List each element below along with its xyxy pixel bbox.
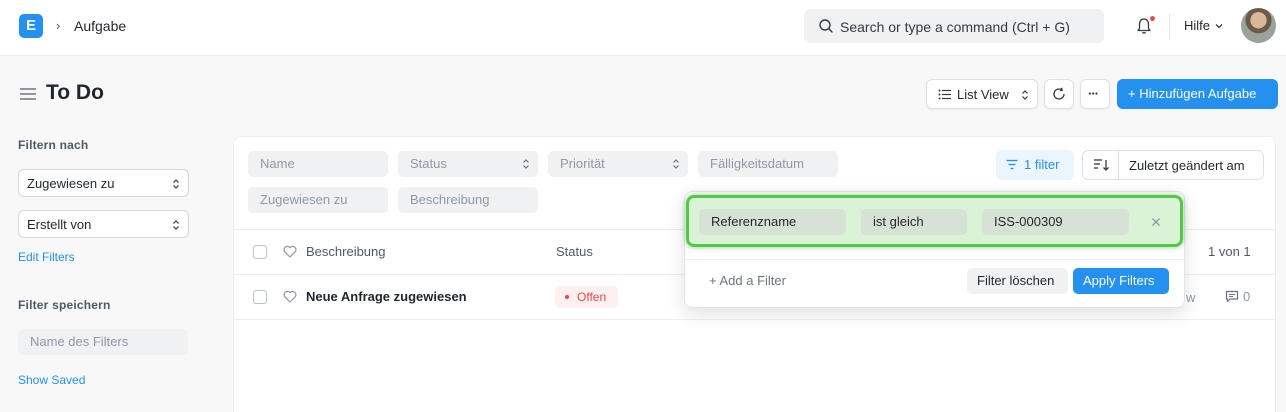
filter-by-heading: Filtern nach (18, 138, 89, 152)
row-title-link[interactable]: Neue Anfrage zugewiesen (306, 289, 467, 304)
more-dots-icon: ··· (1088, 86, 1099, 101)
top-navbar: E › Aufgabe Search or type a command (Ct… (0, 0, 1286, 56)
search-bar[interactable]: Search or type a command (Ctrl + G) (804, 9, 1104, 43)
status-dot (565, 295, 569, 299)
clear-filters-button[interactable]: Filter löschen (967, 268, 1068, 294)
filter-value-input[interactable]: ISS-000309 (982, 209, 1129, 235)
list-icon (938, 89, 951, 100)
navbar-divider (1169, 13, 1170, 39)
priority-placeholder: Priorität (560, 156, 605, 171)
row-divider (234, 319, 1275, 320)
filter-status-select[interactable]: Status (398, 151, 538, 177)
sidebar-created-by-select[interactable]: Erstellt von (18, 210, 189, 238)
apply-filters-button[interactable]: Apply Filters (1073, 268, 1169, 294)
more-actions-button[interactable]: ··· (1080, 79, 1110, 109)
page-count: 1 von 1 (1208, 244, 1251, 259)
status-badge: Offen (555, 286, 618, 308)
sort-icon (1094, 159, 1109, 171)
chevron-up-down-icon (523, 159, 529, 169)
show-saved-link[interactable]: Show Saved (18, 373, 85, 387)
heart-icon[interactable] (283, 290, 297, 303)
filter-operator-select[interactable]: ist gleich (861, 209, 967, 235)
status-badge-label: Offen (577, 290, 607, 304)
heart-icon[interactable] (283, 245, 297, 258)
list-view-switcher[interactable]: List View (926, 79, 1038, 109)
search-icon (819, 19, 833, 33)
filter-fieldname-select[interactable]: Referenzname (699, 209, 846, 235)
column-header-status[interactable]: Status (556, 244, 593, 259)
sort-field-button[interactable]: Zuletzt geändert am (1129, 158, 1245, 173)
save-filter-heading: Filter speichern (18, 298, 111, 312)
filter-priority-select[interactable]: Priorität (548, 151, 688, 177)
select-all-checkbox[interactable] (253, 245, 267, 259)
user-avatar[interactable] (1241, 8, 1276, 43)
chevron-up-down-icon (173, 179, 179, 189)
breadcrumb-aufgabe[interactable]: Aufgabe (74, 18, 126, 34)
chevron-down-icon[interactable] (1214, 21, 1224, 31)
reload-icon (1053, 87, 1065, 100)
add-filter-button[interactable]: + Add a Filter (709, 273, 786, 288)
filter-icon (1006, 159, 1018, 170)
sidebar-assigned-to-select[interactable]: Zugewiesen zu (18, 169, 189, 197)
sidebar-toggle-icon[interactable] (19, 87, 37, 101)
notification-dot (1150, 16, 1155, 21)
app-logo[interactable]: E (19, 14, 43, 38)
sort-order-button[interactable] (1083, 151, 1119, 179)
search-placeholder: Search or type a command (Ctrl + G) (840, 19, 1070, 35)
filter-name-input[interactable]: Name des Filters (18, 329, 188, 355)
filter-count-label: 1 filter (1024, 157, 1060, 172)
chevron-up-down-icon (173, 220, 179, 230)
add-task-button[interactable]: + Hinzufügen Aufgabe (1117, 79, 1278, 109)
comment-count: 0 (1243, 289, 1251, 304)
assigned-to-label: Zugewiesen zu (27, 176, 115, 191)
popover-divider (685, 259, 1184, 260)
chevron-up-down-icon (673, 159, 679, 169)
help-menu[interactable]: Hilfe (1184, 18, 1210, 33)
row-checkbox[interactable] (253, 290, 267, 304)
list-view-label: List View (957, 87, 1009, 102)
filter-toggle-button[interactable]: 1 filter (996, 150, 1074, 180)
created-by-label: Erstellt von (27, 217, 92, 232)
column-header-description[interactable]: Beschreibung (306, 244, 386, 259)
close-icon[interactable] (1151, 217, 1161, 227)
filter-due-date-field[interactable]: Fälligkeitsdatum (698, 151, 838, 177)
status-placeholder: Status (410, 156, 447, 171)
filter-description-field[interactable]: Beschreibung (398, 187, 538, 213)
page-title: To Do (46, 81, 104, 104)
sort-control: Zuletzt geändert am (1082, 150, 1264, 180)
edit-filters-link[interactable]: Edit Filters (18, 250, 75, 264)
reload-button[interactable] (1044, 79, 1074, 109)
chevron-up-down-icon (1022, 90, 1028, 100)
comment-icon (1225, 290, 1239, 303)
filter-assigned-to-field[interactable]: Zugewiesen zu (248, 187, 388, 213)
filter-name-field[interactable]: Name (248, 151, 388, 177)
row-trailing-text: w (1186, 290, 1196, 305)
breadcrumb-separator-icon: › (56, 18, 61, 33)
